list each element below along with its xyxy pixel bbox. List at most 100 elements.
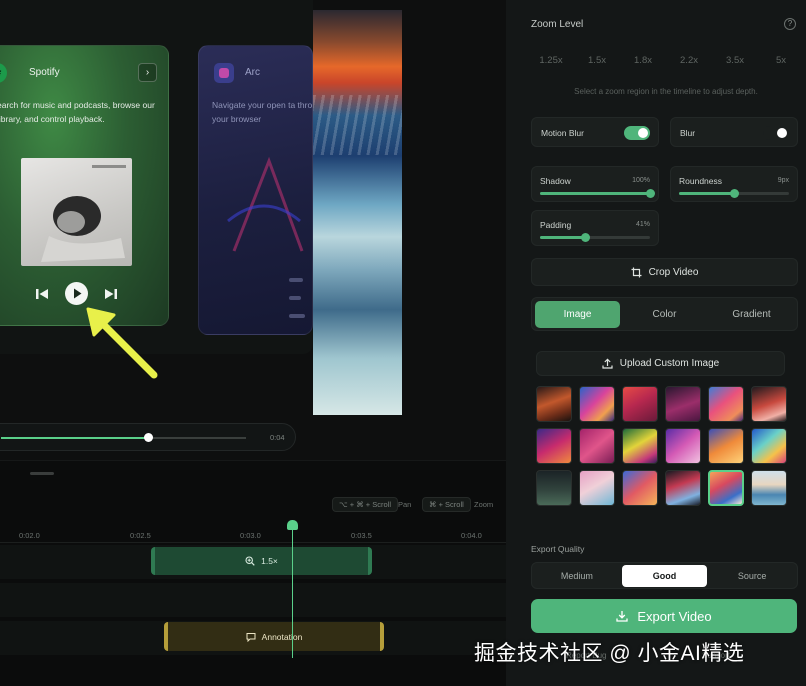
roundness-value: 9px: [777, 177, 789, 184]
tab-gradient[interactable]: Gradient: [709, 301, 794, 328]
zoom-option-1-8x[interactable]: 1.8x: [623, 49, 663, 73]
slider-fill: [679, 192, 734, 195]
wallpaper-thumb[interactable]: [536, 386, 572, 422]
playhead-handle[interactable]: [287, 520, 298, 530]
wallpaper-thumb[interactable]: [622, 428, 658, 464]
wallpaper-thumb[interactable]: [708, 428, 744, 464]
wallpaper-thumb[interactable]: [622, 386, 658, 422]
comment-icon: [246, 632, 256, 642]
ruler-tick-label: 0:02.0: [19, 531, 40, 540]
spotify-card-title: Spotify: [29, 67, 60, 78]
background-tabs: Image Color Gradient: [531, 297, 798, 331]
motion-blur-label: Motion Blur: [541, 128, 584, 138]
arc-card: Arc Navigate your open ta through your b…: [198, 45, 313, 335]
zoom-region-clip[interactable]: 1.5×: [151, 547, 372, 575]
upload-icon: [602, 358, 613, 369]
arc-decor-line: [289, 314, 305, 318]
scrubber-progress: [1, 437, 148, 439]
quality-source[interactable]: Source: [709, 565, 795, 587]
annotation-clip[interactable]: Annotation: [164, 622, 384, 651]
ruler-tick-label: 0:02.5: [130, 531, 151, 540]
roundness-setting: Roundness 9px: [670, 166, 798, 202]
padding-value: 41%: [635, 221, 650, 228]
wallpaper-thumb[interactable]: [665, 470, 701, 506]
album-art-image: [21, 158, 132, 266]
playback-scrubber[interactable]: 0:04: [0, 423, 296, 451]
zoom-option-2-2x[interactable]: 2.2x: [669, 49, 709, 73]
wallpaper-image: [313, 10, 402, 415]
crop-video-button[interactable]: Crop Video: [531, 258, 798, 286]
empty-track[interactable]: [0, 583, 506, 617]
ruler-tick-label: 0:04.0: [461, 531, 482, 540]
wallpaper-thumb[interactable]: [665, 386, 701, 422]
wallpaper-thumb[interactable]: [536, 428, 572, 464]
settings-panel: Zoom Level ? 1.25x 1.5x 1.8x 2.2x 3.5x 5…: [506, 0, 806, 686]
slider-thumb[interactable]: [646, 189, 655, 198]
zoom-option-3-5x[interactable]: 3.5x: [715, 49, 755, 73]
scrubber-track: [148, 437, 246, 439]
arc-logo-icon: [214, 63, 234, 83]
tab-color[interactable]: Color: [622, 301, 707, 328]
upload-custom-image-button[interactable]: Upload Custom Image: [536, 351, 785, 376]
scrubber-thumb[interactable]: [144, 433, 153, 442]
quality-good[interactable]: Good: [621, 564, 708, 587]
timeline: ⌥ + ⌘ + Scroll Pan ⌘ + Scroll Zoom 0:02.…: [0, 460, 506, 686]
upload-custom-image-label: Upload Custom Image: [619, 358, 720, 369]
pan-shortcut-key: ⌥ + ⌘ + Scroll: [332, 497, 398, 512]
padding-slider[interactable]: [540, 233, 650, 242]
help-icon[interactable]: ?: [784, 18, 796, 30]
roundness-slider[interactable]: [679, 189, 789, 198]
zoom-shortcut-key: ⌘ + Scroll: [422, 497, 471, 512]
annotation-clip-label: Annotation: [261, 631, 303, 642]
arc-card-description: Navigate your open ta through your brows…: [212, 100, 313, 124]
zoom-option-5x[interactable]: 5x: [761, 49, 801, 73]
wallpaper-thumb[interactable]: [579, 428, 615, 464]
zoom-in-icon: [245, 556, 255, 566]
play-icon: [74, 288, 82, 299]
wallpaper-thumb[interactable]: [579, 386, 615, 422]
annotation-arrow-icon: [86, 307, 158, 379]
shadow-slider[interactable]: [540, 189, 655, 198]
zoom-option-1-25x[interactable]: 1.25x: [531, 49, 571, 73]
zoom-option-1-5x[interactable]: 1.5x: [577, 49, 617, 73]
next-track-icon[interactable]: [103, 286, 119, 302]
wallpaper-thumb[interactable]: [751, 386, 787, 422]
motion-blur-toggle[interactable]: [624, 126, 650, 140]
download-icon: [616, 611, 629, 622]
previous-track-icon[interactable]: [34, 286, 50, 302]
ruler-tick-label: 0:03.0: [240, 531, 261, 540]
blur-setting: Blur: [670, 117, 798, 147]
wallpaper-thumb[interactable]: [622, 470, 658, 506]
spotify-card: Spotify › earch for music and podcasts, …: [0, 45, 169, 326]
shadow-setting: Shadow 100%: [531, 166, 659, 202]
play-button[interactable]: [65, 282, 88, 305]
chevron-right-icon[interactable]: ›: [138, 63, 157, 82]
preview-canvas: Arc Navigate your open ta through your b…: [0, 0, 506, 460]
slider-thumb[interactable]: [581, 233, 591, 242]
wallpaper-thumb[interactable]: [751, 470, 787, 506]
timeline-resize-handle[interactable]: [30, 472, 54, 475]
export-video-label: Export Video: [637, 608, 712, 624]
wallpaper-thumb[interactable]: [708, 386, 744, 422]
blur-toggle[interactable]: [763, 126, 789, 140]
export-video-button[interactable]: Export Video: [531, 599, 797, 633]
zoom-clip-label: 1.5×: [261, 556, 278, 566]
crop-icon: [631, 267, 642, 277]
wallpaper-thumb[interactable]: [579, 470, 615, 506]
wallpaper-thumb[interactable]: [665, 428, 701, 464]
wallpaper-thumb-selected[interactable]: [708, 470, 744, 506]
wallpaper-thumb[interactable]: [751, 428, 787, 464]
timeline-ruler[interactable]: 0:02.0 0:02.5 0:03.0 0:03.5 0:04.0: [0, 529, 506, 543]
pan-shortcut-label: Pan: [398, 500, 412, 509]
playhead-line[interactable]: [292, 524, 293, 658]
zoom-hint-text: Select a zoom region in the timeline to …: [574, 87, 758, 96]
wallpaper-grid: [536, 386, 787, 508]
slider-thumb[interactable]: [730, 189, 739, 198]
tab-image[interactable]: Image: [535, 300, 620, 328]
zoom-shortcut-label: Zoom: [474, 500, 494, 509]
quality-medium[interactable]: Medium: [534, 565, 620, 587]
shadow-value: 100%: [632, 177, 650, 184]
export-quality-label: Export Quality: [531, 544, 585, 554]
slider-fill: [540, 192, 650, 195]
wallpaper-thumb[interactable]: [536, 470, 572, 506]
